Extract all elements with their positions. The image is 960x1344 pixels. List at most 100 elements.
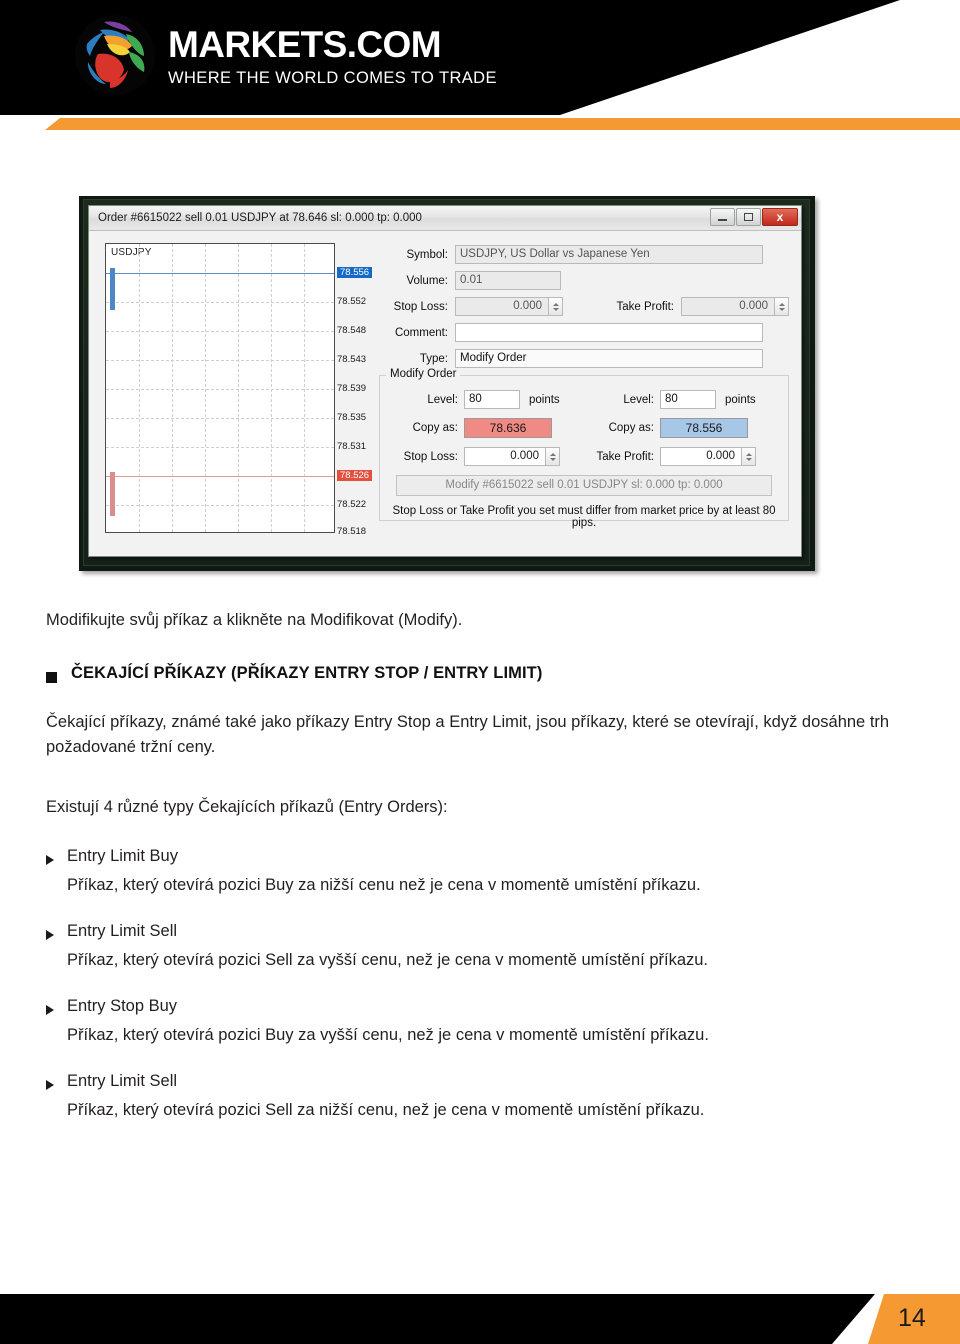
stepper-arrows[interactable]: [742, 447, 756, 466]
section-heading-text: ČEKAJÍCÍ PŘÍKAZY (PŘÍKAZY ENTRY STOP / E…: [71, 663, 543, 682]
group-sl: Stop Loss: 0.000: [388, 447, 584, 466]
copy-as-button-buy[interactable]: 78.556: [660, 418, 748, 438]
symbol-row: Symbol: USDJPY, US Dollar vs Japanese Ye…: [379, 245, 789, 264]
list-item-title: Entry Limit Sell: [67, 1072, 178, 1091]
symbol-select[interactable]: USDJPY, US Dollar vs Japanese Yen: [455, 245, 763, 264]
comment-input[interactable]: [455, 323, 763, 342]
triangle-bullet-icon: [46, 930, 54, 941]
window-controls: x: [710, 208, 798, 226]
level-right: Level: 80 points: [584, 390, 780, 409]
chart-symbol-label: USDJPY: [111, 247, 152, 258]
stepper-arrows[interactable]: [775, 297, 789, 316]
intro-paragraph: Modifikujte svůj příkaz a klikněte na Mo…: [46, 611, 463, 629]
symbol-label: Symbol:: [406, 248, 448, 261]
window-title: Order #6615022 sell 0.01 USDJPY at 78.64…: [98, 212, 422, 224]
sl-tp-row: Stop Loss: 0.000 Take Profit: 0.000: [379, 297, 789, 316]
page-number: 14: [898, 1304, 926, 1332]
stop-loss-input[interactable]: 0.000: [455, 297, 549, 316]
copy-as-right: Copy as: 78.556: [584, 418, 780, 438]
comment-label: Comment:: [394, 326, 448, 339]
level-label-right: Level:: [623, 393, 654, 406]
order-form: Symbol: USDJPY, US Dollar vs Japanese Ye…: [373, 239, 793, 550]
close-icon[interactable]: x: [762, 208, 798, 226]
group-take-profit-label: Take Profit:: [596, 450, 654, 463]
brand-logo: MARKETS.COM WHERE THE WORLD COMES TO TRA…: [74, 14, 497, 96]
type-row: Type: Modify Order: [379, 349, 789, 368]
price-tick: 78.552: [337, 296, 367, 307]
globe-icon: [74, 14, 156, 96]
list-item-title: Entry Limit Sell: [67, 922, 178, 941]
bid-tick-spike: [110, 268, 115, 310]
minimize-icon[interactable]: [710, 208, 735, 226]
copy-as-label-left: Copy as:: [412, 422, 458, 434]
list-item-desc: Příkaz, který otevírá pozici Buy za vyšš…: [67, 1026, 709, 1045]
header-accent-rule: [45, 118, 960, 130]
section-heading: ČEKAJÍCÍ PŘÍKAZY (PŘÍKAZY ENTRY STOP / E…: [46, 664, 918, 683]
price-chart: USDJPY: [105, 243, 335, 533]
bid-price-line: [106, 273, 334, 274]
list-item-title: Entry Stop Buy: [67, 997, 178, 1016]
stepper-arrows[interactable]: [549, 297, 563, 316]
triangle-bullet-icon: [46, 855, 54, 866]
price-tick: 78.526: [337, 470, 373, 481]
list-intro: Existují 4 různé typy Čekajících příkazů…: [46, 797, 448, 816]
brand-tagline: WHERE THE WORLD COMES TO TRADE: [168, 69, 497, 87]
footer-bar: [0, 1294, 875, 1344]
price-tick: 78.518: [337, 526, 367, 537]
article-content: Modifikujte svůj příkaz a klikněte na Mo…: [46, 608, 918, 1120]
document-page: MARKETS.COM WHERE THE WORLD COMES TO TRA…: [0, 0, 960, 1344]
copy-as-button-sell[interactable]: 78.636: [464, 418, 552, 438]
list-item: Entry Limit Sell Příkaz, který otevírá p…: [46, 922, 918, 970]
type-label: Type:: [419, 352, 448, 365]
take-profit-stepper[interactable]: 0.000: [681, 297, 789, 316]
price-tick: 78.522: [337, 499, 367, 510]
points-label-left: points: [529, 393, 560, 406]
group-stop-loss-input[interactable]: 0.000: [464, 447, 546, 466]
group-stop-loss-label: Stop Loss:: [403, 450, 458, 463]
maximize-icon[interactable]: [736, 208, 761, 226]
price-tick: 78.535: [337, 412, 367, 423]
screenshot-backdrop: Order #6615022 sell 0.01 USDJPY at 78.64…: [83, 199, 810, 566]
level-label-left: Level:: [427, 393, 458, 406]
stepper-arrows[interactable]: [546, 447, 560, 466]
group-stop-loss-stepper[interactable]: 0.000: [464, 447, 560, 466]
list-item: Entry Limit Sell Příkaz, který otevírá p…: [46, 1072, 918, 1120]
price-tick: 78.543: [337, 354, 367, 365]
bullet-square-icon: [46, 671, 57, 683]
volume-select[interactable]: 0.01: [455, 271, 561, 290]
level-row: Level: 80 points Level: 80 points: [388, 390, 780, 409]
price-tick: 78.556: [337, 267, 373, 278]
list-item-desc: Příkaz, který otevírá pozici Buy za nižš…: [67, 876, 701, 895]
type-select[interactable]: Modify Order: [455, 349, 763, 368]
price-tick: 78.531: [337, 441, 367, 452]
comment-row: Comment:: [379, 323, 789, 342]
triangle-bullet-icon: [46, 1080, 54, 1091]
ask-tick-spike: [110, 472, 115, 516]
take-profit-input[interactable]: 0.000: [681, 297, 775, 316]
ask-price-line: [106, 476, 334, 477]
brand-title: MARKETS.COM: [168, 24, 442, 65]
list-item-desc: Příkaz, který otevírá pozici Sell za vyš…: [67, 951, 709, 970]
stop-loss-stepper[interactable]: 0.000: [455, 297, 563, 316]
brand-text: MARKETS.COM WHERE THE WORLD COMES TO TRA…: [168, 22, 497, 88]
take-profit-label: Take Profit:: [616, 300, 674, 313]
modify-warning-text: Stop Loss or Take Profit you set must di…: [392, 505, 776, 529]
modify-order-group: Modify Order Level: 80 points Level: 80: [379, 368, 789, 529]
list-item: Entry Stop Buy Příkaz, který otevírá poz…: [46, 997, 918, 1045]
window-body: USDJPY 78.556 78.552 78.548 78.543 78.53…: [89, 231, 801, 556]
modify-order-button[interactable]: Modify #6615022 sell 0.01 USDJPY sl: 0.0…: [395, 475, 773, 496]
embedded-screenshot: Order #6615022 sell 0.01 USDJPY at 78.64…: [79, 196, 815, 571]
triangle-bullet-icon: [46, 1005, 54, 1016]
level-select-right[interactable]: 80: [660, 390, 716, 409]
level-left: Level: 80 points: [388, 390, 584, 409]
group-tp: Take Profit: 0.000: [584, 447, 780, 466]
group-take-profit-stepper[interactable]: 0.000: [660, 447, 756, 466]
copy-as-row: Copy as: 78.636 Copy as: 78.556: [388, 418, 780, 438]
group-take-profit-input[interactable]: 0.000: [660, 447, 742, 466]
list-item: Entry Limit Buy Příkaz, který otevírá po…: [46, 847, 918, 895]
modify-order-legend: Modify Order: [386, 368, 461, 380]
volume-label: Volume:: [406, 274, 448, 287]
copy-as-label-right: Copy as:: [608, 422, 654, 434]
level-select-left[interactable]: 80: [464, 390, 520, 409]
price-tick: 78.539: [337, 383, 367, 394]
